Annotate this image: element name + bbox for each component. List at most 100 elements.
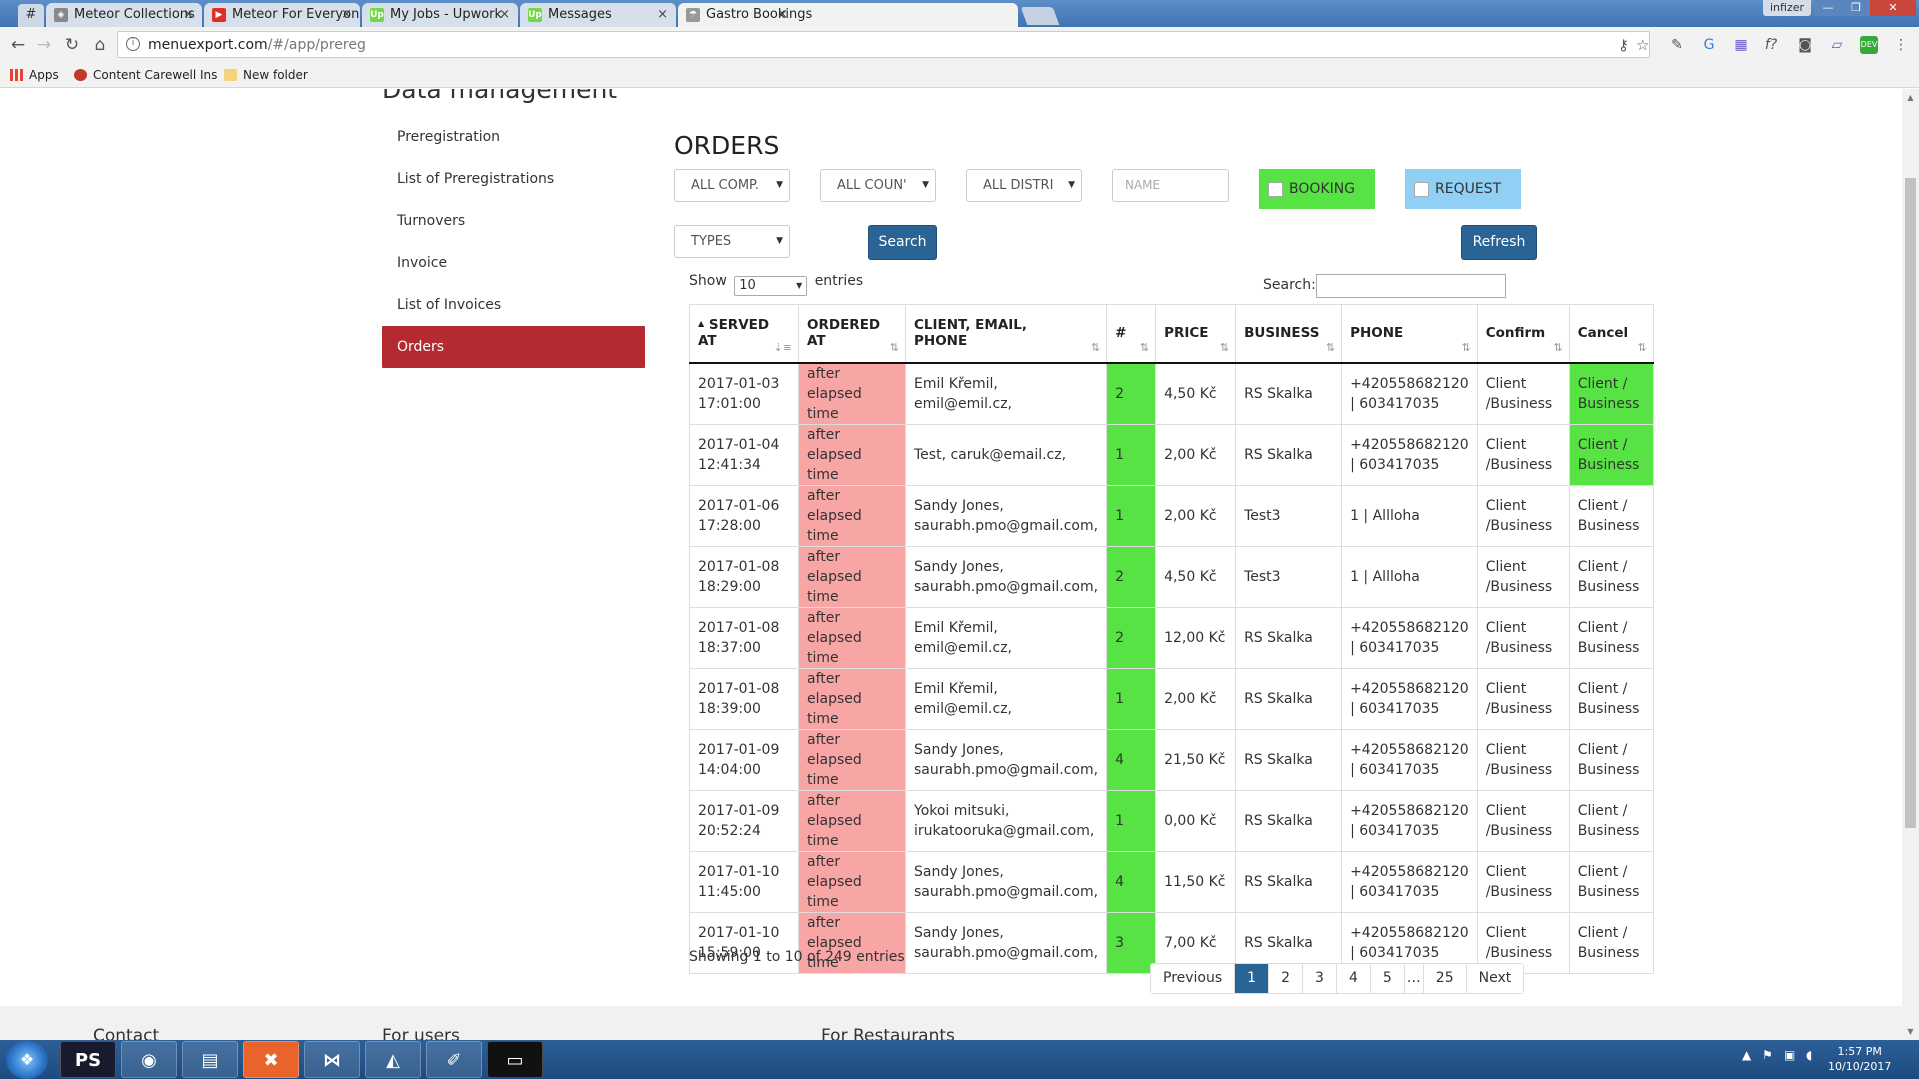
search-button[interactable]: Search (868, 225, 937, 260)
tab-meteor-for-everyone[interactable]: ▶ Meteor For Everyone Tut × (204, 3, 360, 27)
booking-checkbox[interactable] (1268, 182, 1283, 197)
home-icon[interactable]: ⌂ (90, 35, 110, 55)
camera-icon[interactable]: ◙ (1796, 36, 1814, 54)
column-header-count[interactable]: # ⇅ (1106, 304, 1157, 364)
cell-cancel[interactable]: Client / Business (1568, 667, 1654, 730)
robomongo-icon[interactable]: ◭ (365, 1041, 421, 1078)
sidebar-item-list-of-preregistrations[interactable]: List of Preregistrations (382, 158, 645, 200)
pagination-page-4[interactable]: 4 (1336, 964, 1371, 993)
tab-gastro-bookings[interactable]: ☂ Gastro Bookings × (678, 3, 1018, 27)
column-header-phone[interactable]: PHONE ⇅ (1341, 304, 1478, 364)
close-icon[interactable]: × (777, 3, 788, 27)
info-icon[interactable]: i (126, 37, 140, 51)
tab-my-jobs-upwork[interactable]: Up My Jobs - Upwork × (362, 3, 518, 27)
minimize-icon[interactable]: — (1814, 0, 1842, 16)
forward-arrow-icon[interactable]: → (34, 35, 54, 55)
close-icon[interactable]: × (499, 3, 510, 27)
maximize-icon[interactable]: ❐ (1842, 0, 1870, 16)
table-row[interactable]: 2017-01-08 18:39:00 after elapsed time Emil … (689, 667, 1654, 730)
cell-confirm[interactable]: Client/Business (1476, 728, 1570, 791)
close-window-icon[interactable]: ✕ (1870, 0, 1916, 16)
new-tab-button[interactable] (1020, 7, 1060, 25)
bookmark-apps[interactable]: Apps (10, 68, 59, 82)
url-bar[interactable]: i menuexport.com/#/app/prereg ⚷ ☆ (117, 31, 1650, 58)
column-header-business[interactable]: BUSINESS ⇅ (1235, 304, 1343, 364)
pagination-page-1[interactable]: 1 (1235, 964, 1270, 993)
scrollbar-thumb[interactable] (1905, 178, 1916, 828)
table-row[interactable]: 2017-01-04 12:41:34 after elapsed time Test,… (689, 423, 1654, 486)
calendar-grid-icon[interactable]: ▦ (1732, 36, 1750, 54)
cell-confirm[interactable]: Client/Business (1476, 362, 1570, 425)
request-toggle[interactable]: REQUEST (1405, 169, 1521, 209)
table-row[interactable]: 2017-01-06 17:28:00 after elapsed time Sandy… (689, 484, 1654, 547)
pagination-next[interactable]: Next (1466, 964, 1524, 993)
request-checkbox[interactable] (1414, 182, 1429, 197)
cell-confirm[interactable]: Client/Business (1476, 484, 1570, 547)
pagination-page-3[interactable]: 3 (1303, 964, 1337, 993)
bookmark-new-folder[interactable]: New folder (224, 68, 308, 82)
entries-select[interactable]: 10 ▼ (734, 276, 808, 296)
back-arrow-icon[interactable]: ← (8, 35, 28, 55)
table-row[interactable]: 2017-01-08 18:29:00 after elapsed time Sandy… (689, 545, 1654, 608)
column-header-confirm[interactable]: Confirm ⇅ (1476, 304, 1570, 364)
scroll-up-icon[interactable]: ▲ (1905, 92, 1916, 103)
cell-cancel[interactable]: Client / Business (1568, 484, 1654, 547)
refresh-button[interactable]: Refresh (1461, 225, 1537, 260)
countries-select[interactable]: ALL COUN' ▼ (820, 169, 936, 202)
cell-confirm[interactable]: Client/Business (1476, 606, 1570, 669)
tab-messages[interactable]: Up Messages × (520, 3, 676, 27)
table-row[interactable]: 2017-01-09 14:04:00 after elapsed time Sandy… (689, 728, 1654, 791)
cell-cancel[interactable]: Client / Business (1568, 911, 1654, 974)
column-header-served-at[interactable]: ▲ SERVED AT ⇣≡ (689, 304, 799, 364)
extension-icon[interactable]: DEV (1860, 36, 1878, 54)
cell-cancel[interactable]: Client / Business (1568, 362, 1654, 425)
column-header-price[interactable]: PRICE ⇅ (1155, 304, 1237, 364)
table-row[interactable]: 2017-01-08 18:37:00 after elapsed time Emil … (689, 606, 1654, 669)
name-input[interactable]: NAME (1112, 169, 1229, 202)
pagination-page-5[interactable]: 5 (1370, 964, 1405, 993)
eyedropper-icon[interactable]: ✎ (1668, 36, 1686, 54)
cell-confirm[interactable]: Client/Business (1476, 850, 1570, 913)
sidebar-item-list-of-invoices[interactable]: List of Invoices (382, 284, 645, 326)
districts-select[interactable]: ALL DISTRI ▼ (966, 169, 1082, 202)
cmd-icon[interactable]: ▭ (487, 1041, 543, 1078)
translate-icon[interactable]: G (1700, 36, 1718, 54)
sidebar-item-invoice[interactable]: Invoice (382, 242, 645, 284)
bookmark-content-carewell[interactable]: Content Carewell Ins (74, 68, 217, 82)
types-select[interactable]: TYPES ▼ (674, 225, 790, 258)
vscode-icon[interactable]: ⋈ (304, 1041, 360, 1078)
pagination-previous[interactable]: Previous (1151, 964, 1236, 993)
cell-cancel[interactable]: Client / Business (1568, 423, 1654, 486)
table-row[interactable]: 2017-01-10 11:45:00 after elapsed time Sandy… (689, 850, 1654, 913)
menu-dots-icon[interactable]: ⋮ (1892, 36, 1910, 54)
close-icon[interactable]: × (657, 3, 668, 27)
close-icon[interactable]: × (341, 3, 352, 27)
star-icon[interactable]: ☆ (1636, 36, 1649, 54)
key-icon[interactable]: ⚷ (1618, 36, 1629, 54)
sidebar-item-turnovers[interactable]: Turnovers (382, 200, 645, 242)
cast-icon[interactable]: ▱ (1828, 36, 1846, 54)
volume-icon[interactable]: ◖ (1806, 1048, 1812, 1062)
sidebar-item-orders[interactable]: Orders (382, 326, 645, 368)
cell-cancel[interactable]: Client / Business (1568, 606, 1654, 669)
booking-toggle[interactable]: BOOKING (1259, 169, 1375, 209)
phpstorm-icon[interactable]: PS (60, 1041, 116, 1078)
table-row[interactable]: 2017-01-09 20:52:24 after elapsed time Yokoi… (689, 789, 1654, 852)
pagination-page-2[interactable]: 2 (1269, 964, 1304, 993)
column-header-cancel[interactable]: Cancel ⇅ (1568, 304, 1654, 364)
reload-icon[interactable]: ↻ (62, 35, 82, 55)
cell-confirm[interactable]: Client/Business (1476, 789, 1570, 852)
tray-expand-icon[interactable]: ▲ (1742, 1048, 1751, 1062)
flag-icon[interactable]: ⚑ (1762, 1048, 1773, 1062)
cell-cancel[interactable]: Client / Business (1568, 789, 1654, 852)
system-clock[interactable]: 1:57 PM 10/10/2017 (1828, 1044, 1891, 1074)
cell-confirm[interactable]: Client/Business (1476, 667, 1570, 730)
companies-select[interactable]: ALL COMP. ▼ (674, 169, 790, 202)
windows-start-icon[interactable]: ❖ (6, 1041, 48, 1079)
chrome-icon[interactable]: ◉ (121, 1041, 177, 1078)
cell-confirm[interactable]: Client/Business (1476, 545, 1570, 608)
table-row[interactable]: 2017-01-03 17:01:00 after elapsed time Emil … (689, 362, 1654, 425)
cell-cancel[interactable]: Client / Business (1568, 850, 1654, 913)
cell-cancel[interactable]: Client / Business (1568, 545, 1654, 608)
table-search-input[interactable] (1316, 274, 1506, 298)
